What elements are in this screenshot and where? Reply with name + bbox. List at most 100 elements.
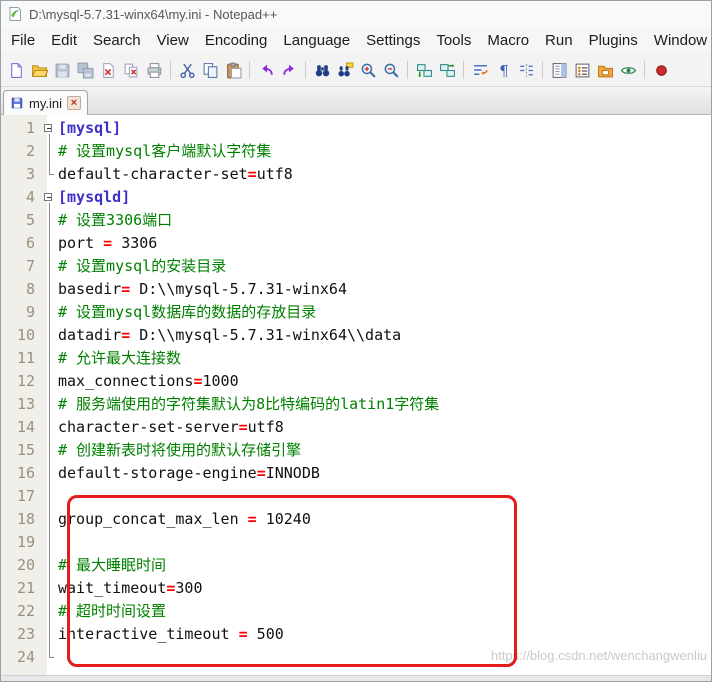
indent-guide-button[interactable] (515, 59, 537, 81)
saved-file-icon (10, 96, 24, 110)
editor-line[interactable]: 2 # 设置mysql客户端默认字符集 (1, 140, 711, 163)
menu-item-settings[interactable]: Settings (358, 27, 428, 54)
editor[interactable]: 1 [mysql] 2 # 设置mysql客户端默认字符集 3 default-chara… (1, 115, 711, 675)
status-bar (1, 675, 711, 681)
monitoring-button[interactable] (617, 59, 639, 81)
close-file-button[interactable] (97, 59, 119, 81)
menu-item-run[interactable]: Run (537, 27, 581, 54)
notepadpp-window: D:\mysql-5.7.31-winx64\my.ini - Notepad+… (0, 0, 712, 682)
editor-line[interactable]: 9 # 设置mysql数据库的数据的存放目录 (1, 301, 711, 324)
menu-item-tools[interactable]: Tools (428, 27, 479, 54)
editor-line[interactable]: 1 [mysql] (1, 117, 711, 140)
line-number: 10 (16, 326, 35, 344)
editor-line[interactable]: 8 basedir= D:\\mysql-5.7.31-winx64 (1, 278, 711, 301)
fold-margin (41, 324, 58, 347)
code-text: max_connections=1000 (58, 372, 239, 390)
editor-line[interactable]: 20 # 最大睡眠时间 (1, 554, 711, 577)
editor-line[interactable]: 19 (1, 531, 711, 554)
editor-line[interactable]: 18 group_concat_max_len = 10240 (1, 508, 711, 531)
find-icon (314, 62, 331, 79)
doc-map-button[interactable] (548, 59, 570, 81)
word-wrap-icon (472, 62, 489, 79)
editor-line[interactable]: 12 max_connections=1000 (1, 370, 711, 393)
menu-item-search[interactable]: Search (85, 27, 149, 54)
toolbar-separator (644, 61, 645, 79)
find-button[interactable] (311, 59, 333, 81)
sync-v-button[interactable] (413, 59, 435, 81)
close-all-button[interactable] (120, 59, 142, 81)
sync-h-button[interactable] (436, 59, 458, 81)
menu-item-encoding[interactable]: Encoding (197, 27, 276, 54)
save-all-button[interactable] (74, 59, 96, 81)
editor-line[interactable]: 7 # 设置mysql的安装目录 (1, 255, 711, 278)
code-text: port = 3306 (58, 234, 158, 252)
editor-line[interactable]: 3 default-character-set=utf8 (1, 163, 711, 186)
copy-button[interactable] (199, 59, 221, 81)
word-wrap-button[interactable] (469, 59, 491, 81)
folder-workspace-button[interactable] (594, 59, 616, 81)
fold-toggle-icon[interactable] (41, 117, 58, 140)
line-number: 20 (16, 556, 35, 574)
cut-button[interactable] (176, 59, 198, 81)
menu-item-file[interactable]: File (3, 27, 43, 54)
fold-margin (41, 600, 58, 623)
redo-button[interactable] (278, 59, 300, 81)
fold-margin (41, 623, 58, 646)
code-text: # 允许最大连接数 (58, 349, 182, 367)
fold-margin (41, 163, 58, 186)
editor-line[interactable]: 13 # 服务端使用的字符集默认为8比特编码的latin1字符集 (1, 393, 711, 416)
editor-line[interactable]: 21 wait_timeout=300 (1, 577, 711, 600)
line-number: 18 (16, 510, 35, 528)
title-bar: D:\mysql-5.7.31-winx64\my.ini - Notepad+… (1, 1, 711, 27)
fold-margin (41, 508, 58, 531)
paste-button[interactable] (222, 59, 244, 81)
editor-line[interactable]: 17 (1, 485, 711, 508)
line-number: 8 (25, 280, 35, 298)
tab-my-ini[interactable]: my.ini × (3, 90, 88, 115)
zoom-in-icon (360, 62, 377, 79)
fold-margin (41, 646, 58, 669)
fold-margin (41, 577, 58, 600)
editor-line[interactable]: 11 # 允许最大连接数 (1, 347, 711, 370)
fold-toggle-icon[interactable] (41, 186, 58, 209)
editor-line[interactable]: 15 # 创建新表时将使用的默认存储引擎 (1, 439, 711, 462)
editor-line[interactable]: 14 character-set-server=utf8 (1, 416, 711, 439)
editor-line[interactable]: 5 # 设置3306端口 (1, 209, 711, 232)
fold-margin (41, 278, 58, 301)
editor-line[interactable]: 10 datadir= D:\\mysql-5.7.31-winx64\\data (1, 324, 711, 347)
toolbar-separator (170, 61, 171, 79)
open-folder-button[interactable] (28, 59, 50, 81)
macro-record-button[interactable] (650, 59, 672, 81)
menu-item-plugins[interactable]: Plugins (581, 27, 646, 54)
tab-label: my.ini (29, 95, 62, 111)
save-button[interactable] (51, 59, 73, 81)
print-button[interactable] (143, 59, 165, 81)
menu-item-window[interactable]: Window (646, 27, 711, 54)
new-file-button[interactable] (5, 59, 27, 81)
zoom-out-button[interactable] (380, 59, 402, 81)
editor-line[interactable]: 22 # 超时时间设置 (1, 600, 711, 623)
save-icon (54, 62, 71, 79)
code-text: basedir= D:\\mysql-5.7.31-winx64 (58, 280, 347, 298)
show-all-chars-icon: ¶ (495, 62, 512, 79)
editor-line[interactable]: 23 interactive_timeout = 500 (1, 623, 711, 646)
code-text: # 超时时间设置 (58, 602, 167, 620)
zoom-in-button[interactable] (357, 59, 379, 81)
menu-item-language[interactable]: Language (275, 27, 358, 54)
toolbar-separator (542, 61, 543, 79)
editor-line[interactable]: 4 [mysqld] (1, 186, 711, 209)
fold-margin (41, 232, 58, 255)
menu-item-edit[interactable]: Edit (43, 27, 85, 54)
menu-item-view[interactable]: View (149, 27, 197, 54)
undo-button[interactable] (255, 59, 277, 81)
show-all-chars-button[interactable]: ¶ (492, 59, 514, 81)
editor-line[interactable]: 16 default-storage-engine=INNODB (1, 462, 711, 485)
undo-icon (258, 62, 275, 79)
tab-close-icon[interactable]: × (66, 96, 81, 110)
function-list-button[interactable] (571, 59, 593, 81)
window-title: D:\mysql-5.7.31-winx64\my.ini - Notepad+… (29, 6, 278, 22)
menu-item-macro[interactable]: Macro (479, 27, 537, 54)
code-text: wait_timeout=300 (58, 579, 203, 597)
replace-button[interactable] (334, 59, 356, 81)
editor-line[interactable]: 6 port = 3306 (1, 232, 711, 255)
